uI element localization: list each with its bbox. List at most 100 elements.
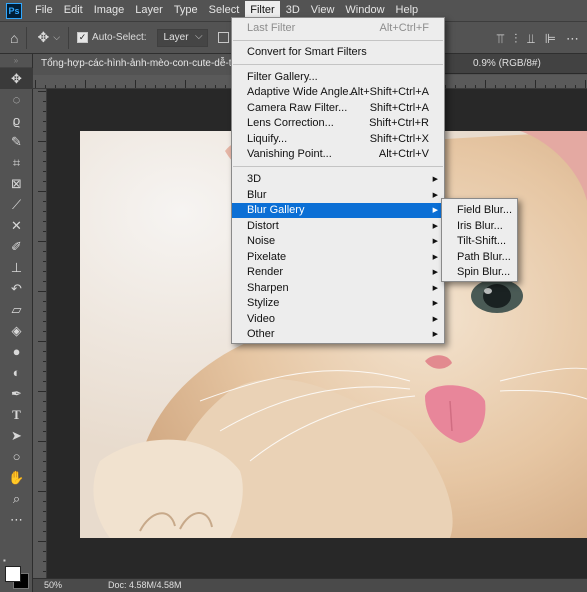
ruler-tick <box>43 321 46 322</box>
menu-item-pixelate[interactable]: Pixelate ▶ <box>232 250 444 265</box>
ruler-tick <box>38 341 46 342</box>
menu-item-blur-gallery[interactable]: Blur Gallery ▶ <box>232 203 444 218</box>
menu-item-render[interactable]: Render ▶ <box>232 265 444 280</box>
gradient-icon[interactable]: ◈ <box>0 320 33 341</box>
default-colors-icon[interactable]: ▪ <box>3 556 6 565</box>
menu-item-camera-raw-filter[interactable]: Camera Raw Filter... Shift+Ctrl+A <box>232 101 444 116</box>
menu-item-filter-gallery[interactable]: Filter Gallery... <box>232 70 444 85</box>
ruler-tick <box>43 161 46 162</box>
more-tools-icon[interactable]: ⋯ <box>0 509 33 530</box>
type-icon[interactable]: T <box>0 404 33 425</box>
menu-item-path-blur[interactable]: Path Blur... <box>442 250 517 265</box>
eraser-icon[interactable]: ▱ <box>0 299 33 320</box>
align-bottom-icon[interactable]: ⫫ <box>527 31 534 47</box>
menu-item-convert-smart-filters[interactable]: Convert for Smart Filters <box>232 45 444 60</box>
ruler-tick <box>75 85 76 88</box>
menu-item-adaptive-wide-angle[interactable]: Adaptive Wide Angle... Alt+Shift+Ctrl+A <box>232 85 444 100</box>
ruler-tick <box>43 471 46 472</box>
menu-layer[interactable]: Layer <box>130 1 168 20</box>
stamp-icon[interactable]: ⊥ <box>0 257 33 278</box>
menu-item-label: Last Filter <box>247 22 296 34</box>
more-options-icon[interactable]: ⋯ <box>566 31 579 47</box>
align-top-icon[interactable]: ⫪ <box>497 31 504 47</box>
hand-icon[interactable]: ✋ <box>0 467 33 488</box>
menu-edit[interactable]: Edit <box>59 1 88 20</box>
menu-file[interactable]: File <box>30 1 58 20</box>
marquee-icon[interactable]: ◌ <box>0 89 33 110</box>
ruler-tick <box>43 221 46 222</box>
menu-item-lens-correction[interactable]: Lens Correction... Shift+Ctrl+R <box>232 116 444 131</box>
submenu-arrow-icon: ▶ <box>432 269 438 276</box>
menu-item-field-blur[interactable]: Field Blur... <box>442 203 517 218</box>
ruler-tick <box>45 85 46 88</box>
shape-icon[interactable]: ○ <box>0 446 33 467</box>
submenu-arrow-icon: ▶ <box>432 254 438 261</box>
align-middle-icon[interactable]: ⫶ <box>514 31 517 47</box>
auto-select-target-dropdown[interactable]: Layer <box>156 28 208 47</box>
ruler-tick <box>505 85 506 88</box>
photoshop-logo: Ps <box>6 2 22 19</box>
document-tab-mode: 0.9% (RGB/8#) <box>473 58 541 69</box>
chevron-down-icon[interactable]: ⌵ <box>53 32 60 43</box>
ruler-tick <box>43 431 46 432</box>
menu-item-label: 3D <box>247 173 262 185</box>
align-left-icon[interactable]: ⊫ <box>545 31 556 47</box>
eyedropper-icon[interactable]: ⟋ <box>0 194 33 215</box>
menu-item-tilt-shift[interactable]: Tilt-Shift... <box>442 234 517 249</box>
show-transform-checkbox[interactable] <box>217 32 229 43</box>
ruler-tick <box>515 85 516 88</box>
shortcut-label: Alt+Shift+Ctrl+A <box>350 86 429 98</box>
menu-item-spin-blur[interactable]: Spin Blur... <box>442 265 517 280</box>
menu-item-label: Lens Correction... <box>247 117 334 129</box>
brush-icon[interactable]: ✐ <box>0 236 33 257</box>
menu-item-vanishing-point[interactable]: Vanishing Point... Alt+Ctrl+V <box>232 147 444 162</box>
menu-item-sharpen[interactable]: Sharpen ▶ <box>232 281 444 296</box>
auto-select-checkbox[interactable]: ✓ <box>77 32 89 43</box>
zoom-level-field[interactable]: 50% <box>33 579 83 592</box>
ruler-tick <box>115 85 116 88</box>
ruler-tick <box>43 171 46 172</box>
menu-item-video[interactable]: Video ▶ <box>232 312 444 327</box>
path-select-icon[interactable]: ➤ <box>0 425 33 446</box>
foreground-color-swatch[interactable] <box>5 566 21 582</box>
pen-icon[interactable]: ✒ <box>0 383 33 404</box>
move-icon[interactable]: ✥ <box>0 68 33 89</box>
lasso-icon[interactable]: ϱ <box>0 110 33 131</box>
menu-item-noise[interactable]: Noise ▶ <box>232 234 444 249</box>
submenu-arrow-icon: ▶ <box>432 238 438 245</box>
healing-icon[interactable]: ✕ <box>0 215 33 236</box>
move-icon[interactable]: ✥ <box>37 29 49 46</box>
menu-item-iris-blur[interactable]: Iris Blur... <box>442 219 517 234</box>
frame-icon[interactable]: ⊠ <box>0 173 33 194</box>
menu-item-label: Other <box>247 328 275 340</box>
menu-item-other[interactable]: Other ▶ <box>232 327 444 342</box>
blur-tool-icon[interactable]: ● <box>0 341 33 362</box>
home-icon[interactable]: ⌂ <box>10 30 18 46</box>
submenu-arrow-icon: ▶ <box>432 207 438 214</box>
menu-image[interactable]: Image <box>89 1 130 20</box>
crop-icon[interactable]: ⌗ <box>0 152 33 173</box>
dodge-icon[interactable]: ◐ <box>0 362 33 383</box>
zoom-icon[interactable]: ⌕ <box>0 488 33 509</box>
ruler-tick <box>525 85 526 88</box>
menu-type[interactable]: Type <box>169 1 203 20</box>
menu-item-blur[interactable]: Blur ▶ <box>232 188 444 203</box>
menu-item-last-filter: Last Filter Alt+Ctrl+F <box>232 21 444 36</box>
menu-item-stylize[interactable]: Stylize ▶ <box>232 296 444 311</box>
quick-select-icon[interactable]: ✎ <box>0 131 33 152</box>
ruler-tick <box>225 85 226 88</box>
ruler-vertical[interactable] <box>33 89 47 578</box>
menu-item-liquify[interactable]: Liquify... Shift+Ctrl+X <box>232 132 444 147</box>
ruler-tick <box>43 521 46 522</box>
menu-item-distort[interactable]: Distort ▶ <box>232 219 444 234</box>
document-size-info[interactable]: Doc: 4.58M/4.58M <box>108 579 182 592</box>
ruler-tick <box>43 231 46 232</box>
ruler-tick <box>135 80 136 88</box>
panel-grip[interactable]: » <box>0 54 32 68</box>
menu-item-label: Vanishing Point... <box>247 148 332 160</box>
ruler-tick <box>43 551 46 552</box>
document-tab[interactable]: Tổng-hợp-các-hình-ảnh-mèo-con-cute-dễ-th <box>33 54 247 74</box>
ruler-tick <box>38 141 46 142</box>
history-brush-icon[interactable]: ↶ <box>0 278 33 299</box>
menu-item-3d[interactable]: 3D ▶ <box>232 172 444 187</box>
